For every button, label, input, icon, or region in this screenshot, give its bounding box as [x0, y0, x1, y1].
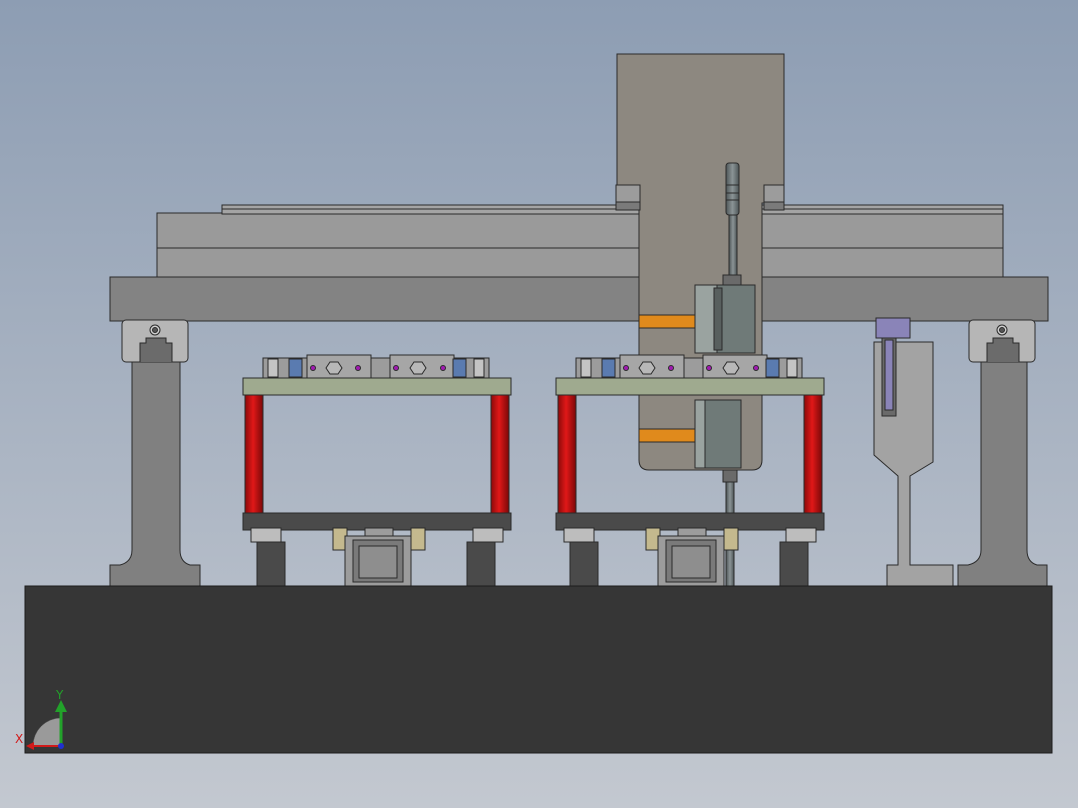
orange-spacer-lower — [638, 428, 696, 443]
gantry-assembly-view — [0, 0, 1078, 808]
triad-z-axis — [58, 743, 64, 749]
motor-upper — [694, 284, 756, 354]
triad-y-label: Y — [56, 688, 64, 702]
machine-base — [24, 585, 1053, 754]
motor-lower — [694, 399, 742, 469]
cad-viewport[interactable]: Y X — [0, 0, 1078, 808]
triad-x-label: X — [15, 732, 24, 746]
orange-spacer-upper — [638, 314, 696, 329]
gantry-beam — [109, 204, 1049, 322]
